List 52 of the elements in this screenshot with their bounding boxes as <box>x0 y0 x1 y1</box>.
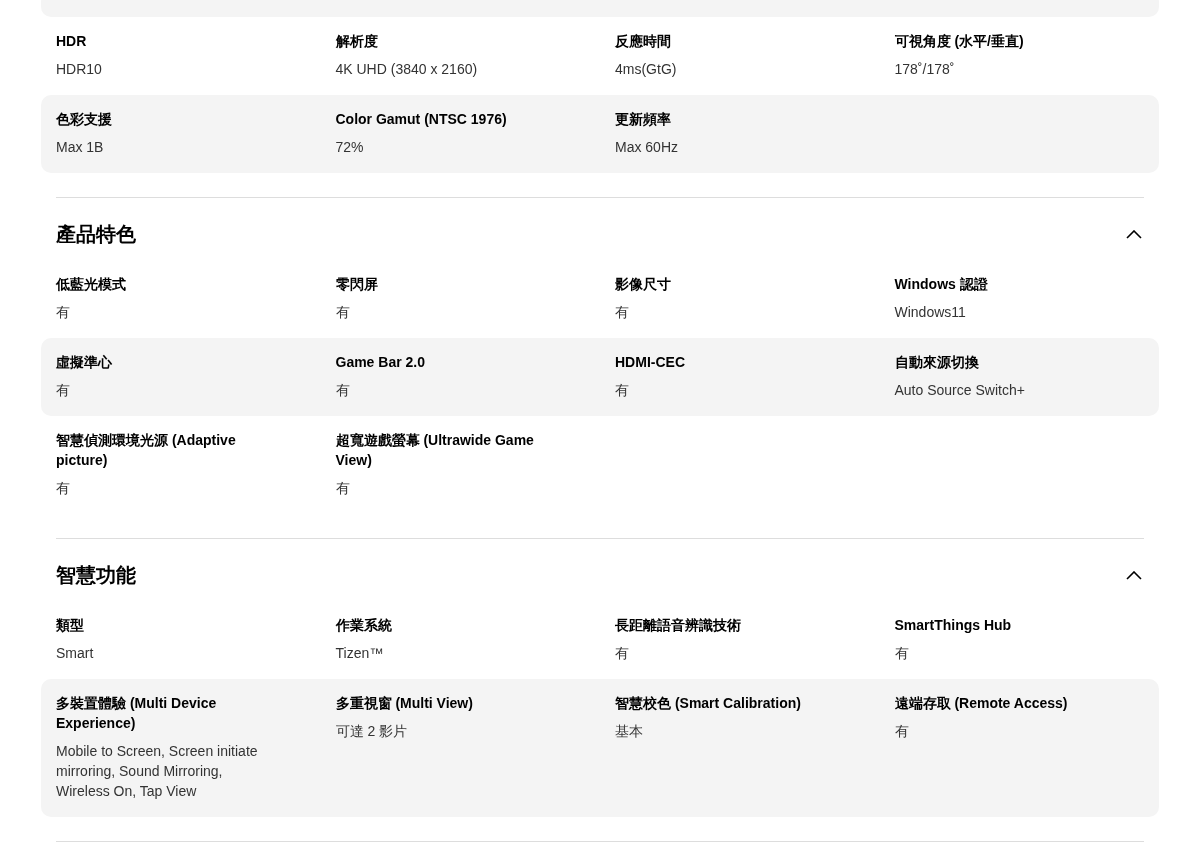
spec-value: 178˚/178˚ <box>894 60 956 79</box>
spec-value: 有 <box>56 479 71 498</box>
spec-value: HDR10 <box>56 60 103 79</box>
spec-label: Windows 認證 <box>894 275 989 294</box>
spec-value: 有 <box>615 303 630 322</box>
spec-value: 基本 <box>615 722 644 741</box>
spec-label: Color Gamut (NTSC 1976) <box>335 110 508 129</box>
spec-label: 低藍光模式 <box>56 275 127 294</box>
spec-label: Game Bar 2.0 <box>335 353 426 372</box>
spec-value: Smart <box>56 644 95 663</box>
spec-label: 多重視窗 (Multi View) <box>335 694 474 713</box>
spec-label: 虛擬準心 <box>56 353 113 372</box>
spec-value: 有 <box>56 381 71 400</box>
spec-value: 有 <box>894 644 910 663</box>
spec-label: 零閃屏 <box>335 275 379 294</box>
spec-value: Max 1B <box>56 138 105 157</box>
spec-value: Windows11 <box>894 303 967 322</box>
spec-label: 更新頻率 <box>615 110 672 129</box>
spec-label: 作業系統 <box>335 616 393 635</box>
spec-label: 遠端存取 (Remote Access) <box>894 694 1069 713</box>
section-title: 智慧功能 <box>56 563 136 588</box>
spec-label: 可視角度 (水平/垂直) <box>894 32 1025 51</box>
spec-label: 類型 <box>56 616 85 635</box>
spec-value: 4ms(GtG) <box>615 60 678 79</box>
spec-value: Auto Source Switch+ <box>894 381 1026 400</box>
spec-value: Max 60Hz <box>615 138 680 157</box>
section-title: 產品特色 <box>56 222 136 247</box>
spec-value: 有 <box>335 479 351 498</box>
spec-label: HDMI-CEC <box>615 353 686 372</box>
spec-label: 智慧偵測環境光源 (Adaptive picture) <box>56 431 237 470</box>
spec-value: Tizen™ <box>335 644 385 663</box>
spec-value: 有 <box>615 644 630 663</box>
spec-label: 長距離語音辨識技術 <box>615 616 742 635</box>
spec-label: 自動來源切換 <box>894 353 980 372</box>
spec-value: 可達 2 影片 <box>335 722 409 741</box>
spec-value: 4K UHD (3840 x 2160) <box>335 60 479 79</box>
spec-label: 多裝置體驗 (Multi Device Experience) <box>56 694 218 733</box>
spec-value: Mobile to Screen, Screen initiate mirroring, Sound Mirroring, Wireless On, Tap View <box>56 742 259 801</box>
spec-label: 色彩支援 <box>56 110 113 129</box>
spec-value: 有 <box>335 381 351 400</box>
spec-value: 有 <box>615 381 630 400</box>
spec-value: 有 <box>335 303 351 322</box>
spec-label: SmartThings Hub <box>894 616 1013 635</box>
spec-label: 智慧校色 (Smart Calibration) <box>615 694 802 713</box>
spec-label: 反應時間 <box>615 32 672 51</box>
spec-label: 影像尺寸 <box>615 275 672 294</box>
spec-label: 超寬遊戲螢幕 (Ultrawide Game View) <box>335 431 535 470</box>
spec-value: 有 <box>894 722 910 741</box>
spec-label: HDR <box>56 32 88 51</box>
spec-label: 解析度 <box>335 32 379 51</box>
spec-value: 72% <box>335 138 365 157</box>
spec-value: 有 <box>56 303 71 322</box>
